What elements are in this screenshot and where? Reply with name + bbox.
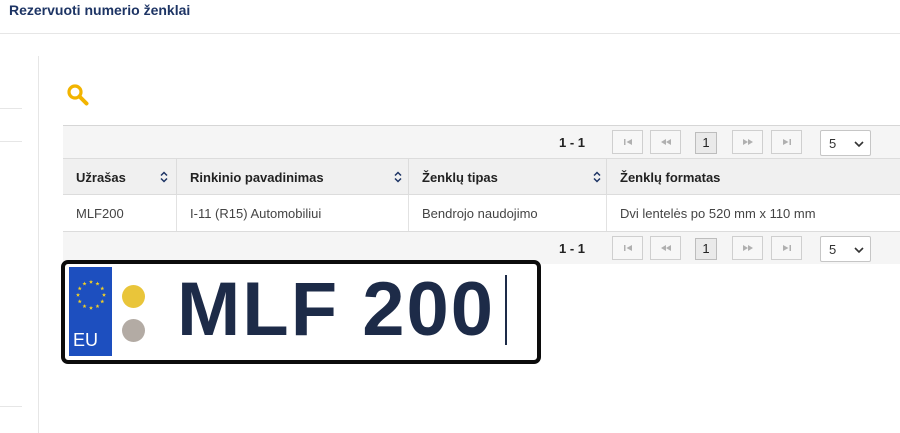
eu-star xyxy=(82,304,87,309)
sort-icon xyxy=(160,171,168,183)
column-header-zenklu-formatas[interactable]: Ženklų formatas xyxy=(607,159,900,195)
prev-page-icon xyxy=(660,245,671,251)
last-page-icon xyxy=(782,139,791,145)
cell-zenklu-formatas: Dvi lentelės po 520 mm x 110 mm xyxy=(620,206,816,221)
table-cell: Dvi lentelės po 520 mm x 110 mm xyxy=(607,195,900,231)
table-cell: MLF200 xyxy=(63,195,177,231)
eu-star xyxy=(88,279,94,284)
column-header-rinkinio-pavadinimas[interactable]: Rinkinio pavadinimas xyxy=(177,159,409,195)
eu-star xyxy=(95,281,100,286)
eu-stars-icon xyxy=(75,279,107,310)
plate-sticker-gray xyxy=(122,319,145,342)
license-plate-preview: EU MLF 200 xyxy=(61,260,541,364)
first-page-button[interactable] xyxy=(612,236,643,260)
chevron-down-icon xyxy=(854,141,864,148)
search-icon[interactable] xyxy=(66,83,90,107)
column-header-label: Užrašas xyxy=(76,170,126,185)
prev-page-button[interactable] xyxy=(650,236,681,260)
last-page-button[interactable] xyxy=(771,130,802,154)
next-page-icon xyxy=(742,139,753,145)
table-row[interactable]: MLF200 I-11 (R15) Automobiliui Bendrojo … xyxy=(63,195,900,231)
cell-zenklu-tipas: Bendrojo naudojimo xyxy=(422,206,538,221)
eu-band: EU xyxy=(69,267,112,356)
sidebar xyxy=(0,56,39,433)
table-cell: I-11 (R15) Automobiliui xyxy=(177,195,409,231)
plate-country-code: EU xyxy=(73,330,99,350)
plate-number-text: MLF 200 xyxy=(177,267,496,352)
column-header-zenklu-tipas[interactable]: Ženklų tipas xyxy=(409,159,607,195)
pager-range: 1 - 1 xyxy=(559,135,586,150)
page-size-value: 5 xyxy=(829,136,837,151)
page-size-select[interactable]: 5 xyxy=(820,130,871,156)
pager-range: 1 - 1 xyxy=(559,241,586,256)
sort-icon xyxy=(394,171,402,183)
column-header-label: Rinkinio pavadinimas xyxy=(190,170,324,185)
page-size-select[interactable]: 5 xyxy=(820,236,871,262)
eu-star xyxy=(95,304,100,309)
next-page-button[interactable] xyxy=(732,130,763,154)
next-page-button[interactable] xyxy=(732,236,763,260)
first-page-icon xyxy=(623,245,632,251)
sidebar-divider xyxy=(0,108,22,109)
next-page-icon xyxy=(742,245,753,251)
prev-page-button[interactable] xyxy=(650,130,681,154)
table-cell: Bendrojo naudojimo xyxy=(409,195,607,231)
eu-star xyxy=(77,299,82,304)
last-page-button[interactable] xyxy=(771,236,802,260)
page-number-button[interactable]: 1 xyxy=(695,132,717,154)
page-size-value: 5 xyxy=(829,242,837,257)
chevron-down-icon xyxy=(854,247,864,254)
text-caret xyxy=(505,275,507,345)
column-header-uzrasas[interactable]: Užrašas xyxy=(63,159,177,195)
eu-star xyxy=(82,281,87,286)
results-grid: 1 - 1 1 5 Užrašas Rinkinio pavadinimas Ž… xyxy=(63,125,900,264)
cell-uzrasas: MLF200 xyxy=(76,206,124,221)
eu-star xyxy=(77,286,82,291)
eu-star xyxy=(100,286,105,291)
first-page-button[interactable] xyxy=(612,130,643,154)
cell-rinkinio-pavadinimas: I-11 (R15) Automobiliui xyxy=(190,206,322,221)
plate-sticker-yellow xyxy=(122,285,145,308)
grid-header-row: Užrašas Rinkinio pavadinimas Ženklų tipa… xyxy=(63,159,900,195)
eu-star xyxy=(101,292,107,297)
page-title: Rezervuoti numerio ženklai xyxy=(9,2,191,18)
sort-icon xyxy=(593,171,601,183)
eu-star xyxy=(75,292,81,297)
column-header-label: Ženklų formatas xyxy=(620,170,721,185)
eu-star xyxy=(88,305,94,310)
sidebar-divider xyxy=(0,141,22,142)
pager-top: 1 - 1 1 5 xyxy=(63,126,900,159)
column-header-label: Ženklų tipas xyxy=(422,170,498,185)
sidebar-divider xyxy=(0,406,22,407)
last-page-icon xyxy=(782,245,791,251)
page-header: Rezervuoti numerio ženklai xyxy=(0,0,900,34)
first-page-icon xyxy=(623,139,632,145)
page-number-button[interactable]: 1 xyxy=(695,238,717,260)
prev-page-icon xyxy=(660,139,671,145)
eu-star xyxy=(100,299,105,304)
